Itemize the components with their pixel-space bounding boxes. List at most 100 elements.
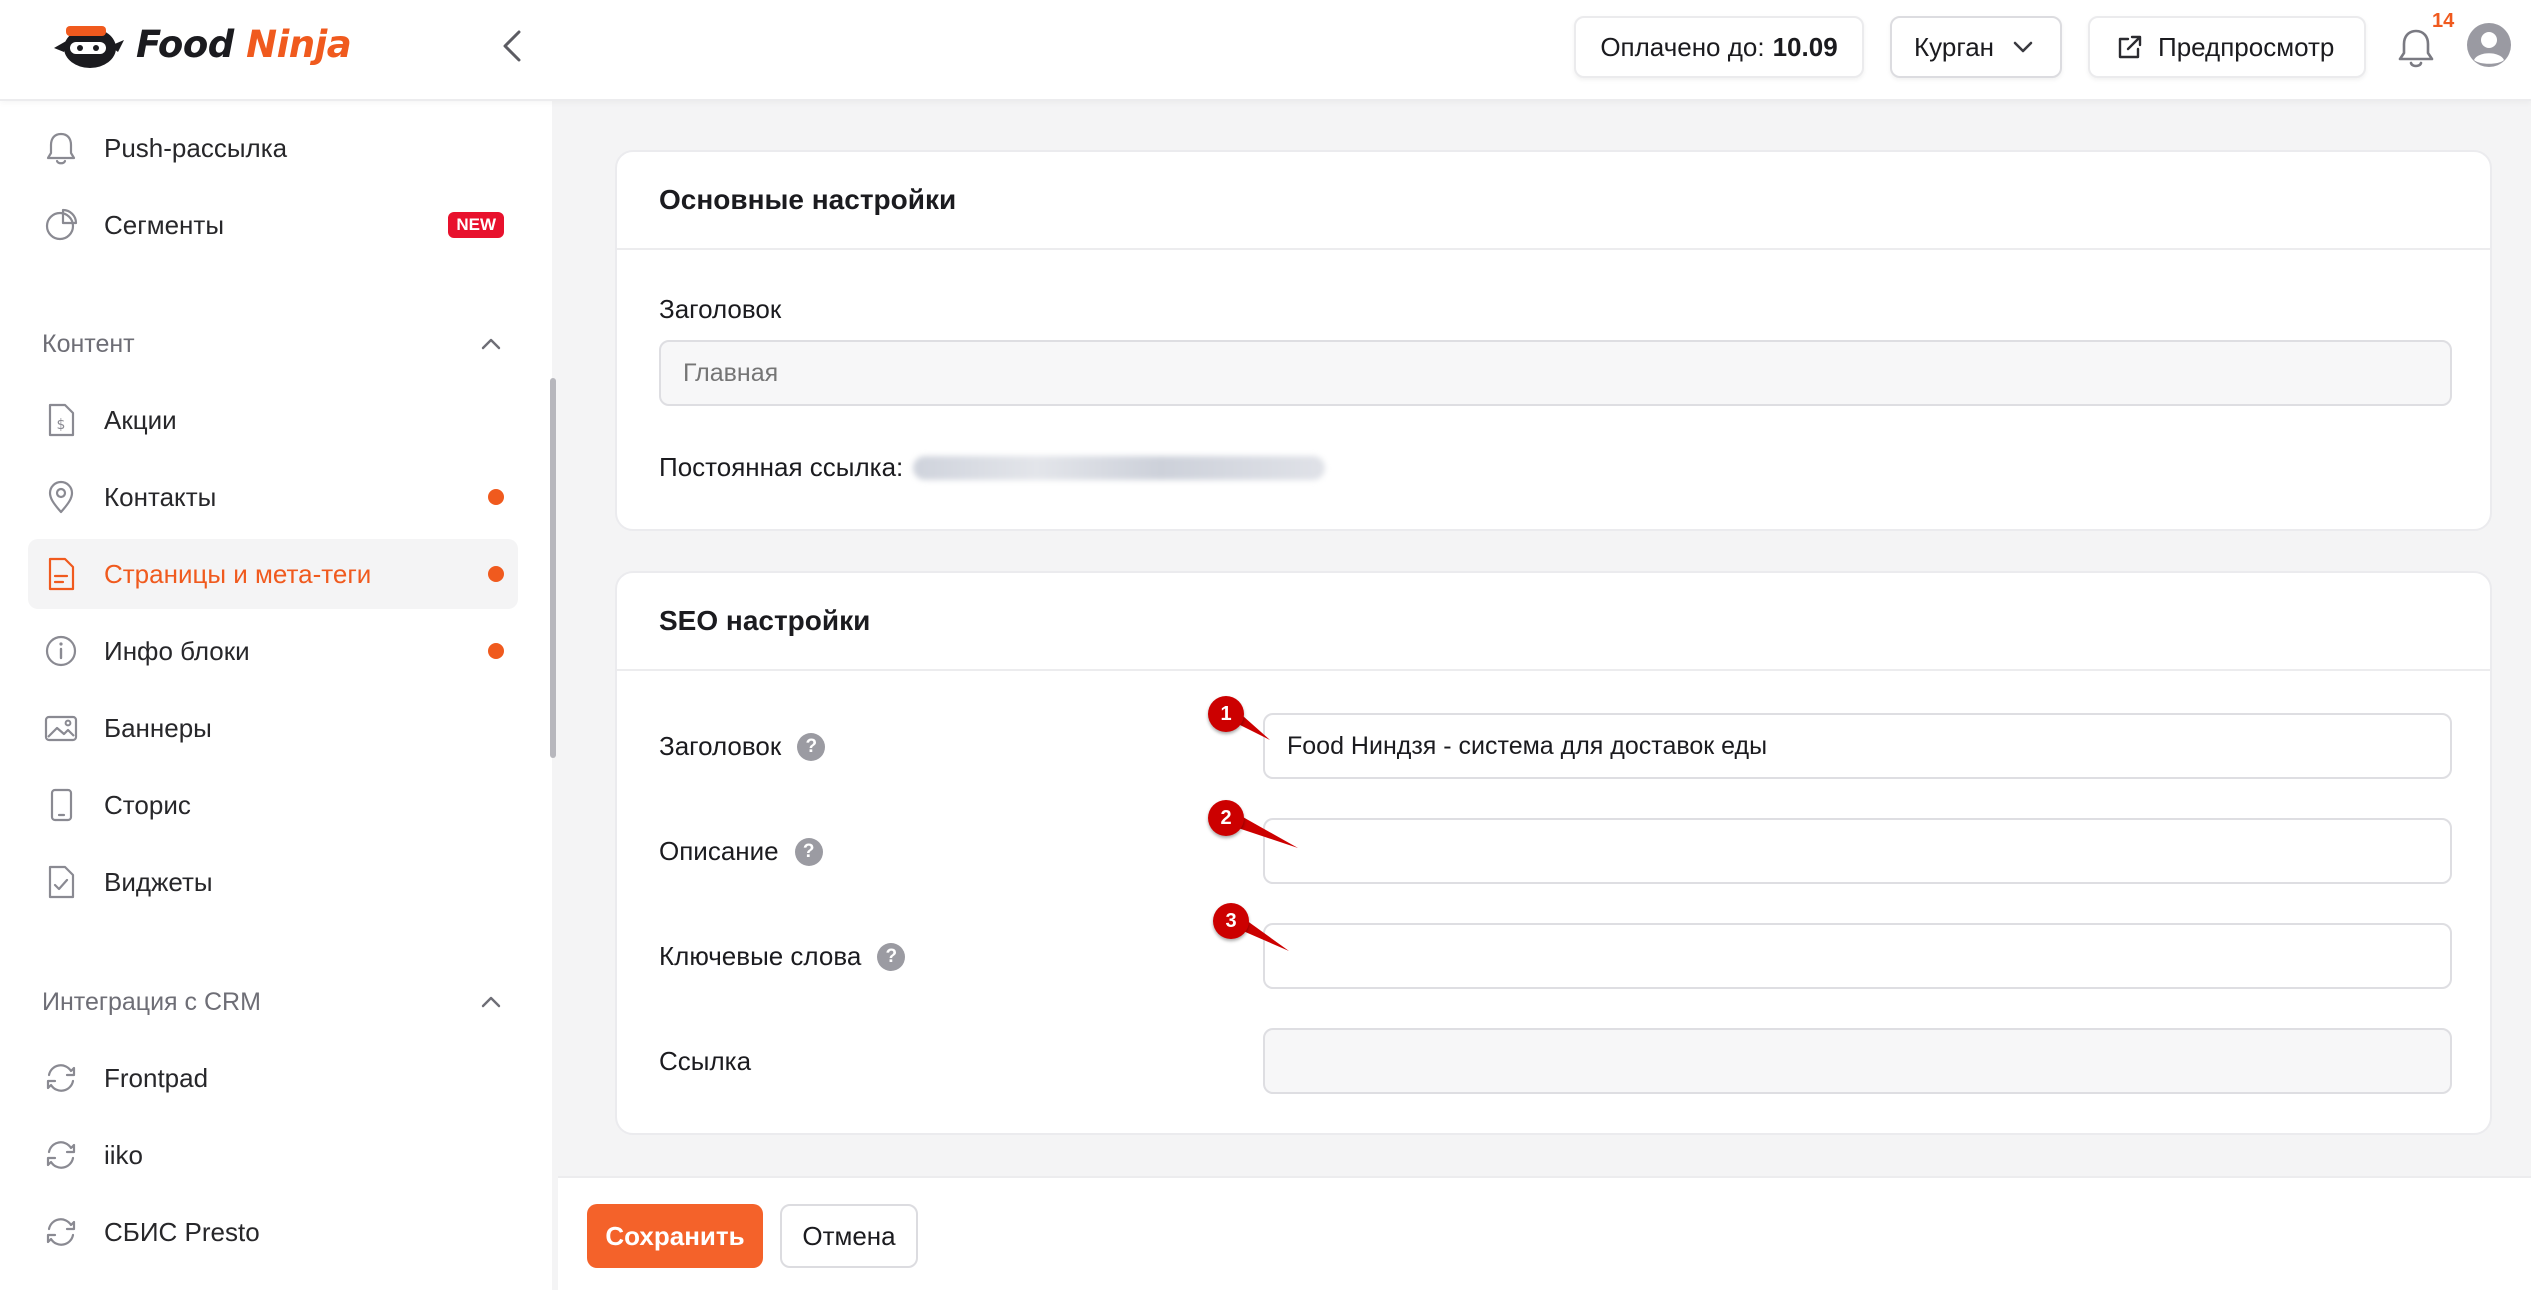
- bell-icon: [42, 129, 80, 167]
- section-label: Интеграция с CRM: [42, 987, 261, 1016]
- top-bar: Food Ninja Оплачено до: 10.09 Курган Пре…: [0, 0, 2531, 101]
- help-icon[interactable]: ?: [794, 837, 823, 866]
- city-select[interactable]: Курган: [1890, 16, 2062, 78]
- user-avatar[interactable]: [2466, 22, 2512, 68]
- paid-until-badge: Оплачено до: 10.09: [1574, 16, 1864, 78]
- sidebar-item-push[interactable]: Push-рассылка: [28, 113, 518, 183]
- svg-text:$: $: [57, 417, 66, 433]
- sidebar-item-iiko[interactable]: iiko: [28, 1120, 518, 1190]
- sidebar-item-stories[interactable]: Сторис: [28, 770, 518, 840]
- sidebar: Push-рассылка Сегменты NEW Контент $ Акц…: [0, 101, 552, 1290]
- permalink-row: Постоянная ссылка:: [659, 452, 1326, 483]
- permalink-label: Постоянная ссылка:: [659, 452, 904, 482]
- status-dot: [488, 566, 504, 582]
- sidebar-item-label: Сторис: [104, 789, 191, 820]
- external-link-icon: [2118, 35, 2142, 59]
- cancel-button[interactable]: Отмена: [780, 1204, 918, 1268]
- seo-keywords-input[interactable]: [1263, 923, 2452, 989]
- seo-settings-card: SEO настройки Заголовок ? Описание ? Клю…: [615, 571, 2492, 1135]
- annotation-marker-1: 1: [1208, 696, 1308, 746]
- sidebar-item-widgets[interactable]: Виджеты: [28, 847, 518, 917]
- sidebar-item-label: СБИС Presto: [104, 1216, 260, 1247]
- help-icon[interactable]: ?: [877, 942, 906, 971]
- sidebar-item-label: Баннеры: [104, 712, 212, 743]
- sidebar-item-label: Push-рассылка: [104, 132, 288, 163]
- seo-keywords-label: Ключевые слова ?: [659, 941, 906, 972]
- sidebar-item-label: Виджеты: [104, 866, 213, 897]
- pie-chart-icon: [42, 206, 80, 244]
- sync-icon: [42, 1059, 80, 1097]
- logo[interactable]: Food Ninja: [50, 18, 352, 70]
- sidebar-item-label: Страницы и мета-теги: [104, 558, 372, 589]
- section-label: Контент: [42, 329, 135, 358]
- preview-label: Предпросмотр: [2158, 31, 2335, 62]
- help-icon[interactable]: ?: [797, 732, 826, 761]
- user-icon: [2467, 23, 2511, 67]
- heading-label: Заголовок: [659, 294, 781, 325]
- info-icon: [42, 632, 80, 670]
- sidebar-section-content[interactable]: Контент: [42, 319, 502, 369]
- sidebar-item-label: iiko: [104, 1139, 144, 1170]
- seo-link-input[interactable]: [1263, 1028, 2452, 1094]
- dollar-file-icon: $: [42, 401, 80, 439]
- sync-icon: [42, 1136, 80, 1174]
- notifications-button[interactable]: [2396, 26, 2436, 70]
- image-icon: [42, 709, 80, 747]
- permalink-url-blurred[interactable]: [913, 455, 1326, 480]
- annotation-marker-2: 2: [1208, 800, 1308, 850]
- chevron-up-icon: [481, 338, 501, 350]
- city-value: Курган: [1914, 31, 1995, 62]
- seo-settings-title: SEO настройки: [617, 573, 2490, 671]
- seo-title-label-text: Заголовок: [659, 731, 782, 761]
- sidebar-item-frontpad[interactable]: Frontpad: [28, 1043, 518, 1113]
- chevron-up-icon: [481, 996, 501, 1008]
- chevron-left-icon: [503, 30, 521, 62]
- sidebar-item-label: Контакты: [104, 481, 217, 512]
- seo-title-label: Заголовок ?: [659, 731, 826, 762]
- sidebar-item-label: Акции: [104, 404, 177, 435]
- paid-until-label: Оплачено до:: [1600, 31, 1765, 62]
- map-pin-icon: [42, 478, 80, 516]
- chevron-down-icon: [2013, 41, 2033, 53]
- sidebar-item-pages-meta[interactable]: Страницы и мета-теги: [28, 539, 518, 609]
- sidebar-scrollbar[interactable]: [550, 378, 556, 758]
- annotation-marker-3: 3: [1213, 903, 1313, 953]
- seo-title-input[interactable]: [1263, 713, 2452, 779]
- sidebar-item-label: Frontpad: [104, 1062, 209, 1093]
- paid-until-date: 10.09: [1772, 31, 1838, 62]
- ninja-logo-icon: [54, 26, 124, 68]
- sidebar-item-info-blocks[interactable]: Инфо блоки: [28, 616, 518, 686]
- save-button[interactable]: Сохранить: [587, 1204, 763, 1268]
- bell-icon: [2398, 29, 2434, 68]
- document-icon: [42, 555, 80, 593]
- heading-input[interactable]: [659, 340, 2452, 406]
- sidebar-section-crm[interactable]: Интеграция с CRM: [42, 977, 502, 1027]
- main-settings-card: Основные настройки Заголовок Постоянная …: [615, 150, 2492, 531]
- marker-number: 3: [1213, 903, 1249, 939]
- sidebar-item-contacts[interactable]: Контакты: [28, 462, 518, 532]
- sidebar-item-promotions[interactable]: $ Акции: [28, 385, 518, 455]
- status-dot: [488, 643, 504, 659]
- brand-ninja: Ninja: [246, 22, 352, 66]
- sidebar-item-sbis-presto[interactable]: СБИС Presto: [28, 1197, 518, 1267]
- seo-description-input[interactable]: [1263, 818, 2452, 884]
- preview-button[interactable]: Предпросмотр: [2088, 16, 2366, 78]
- sidebar-item-segments[interactable]: Сегменты NEW: [28, 190, 518, 260]
- status-dot: [488, 489, 504, 505]
- marker-number: 2: [1208, 800, 1244, 836]
- brand-name: Food Ninja: [136, 22, 352, 66]
- brand-food: Food: [136, 22, 234, 66]
- seo-description-label-text: Описание: [659, 836, 779, 866]
- heading-label-text: Заголовок: [659, 294, 782, 324]
- sidebar-item-banners[interactable]: Баннеры: [28, 693, 518, 763]
- seo-keywords-label-text: Ключевые слова: [659, 941, 862, 971]
- seo-link-label-text: Ссылка: [659, 1046, 752, 1076]
- main-settings-title: Основные настройки: [617, 152, 2490, 250]
- sidebar-item-label: Сегменты: [104, 209, 225, 240]
- seo-link-label: Ссылка: [659, 1046, 751, 1077]
- collapse-sidebar-button[interactable]: [492, 26, 532, 66]
- notifications-count: 14: [2432, 10, 2455, 32]
- phone-icon: [42, 786, 80, 824]
- sidebar-item-label: Инфо блоки: [104, 635, 250, 666]
- new-badge: NEW: [448, 212, 504, 238]
